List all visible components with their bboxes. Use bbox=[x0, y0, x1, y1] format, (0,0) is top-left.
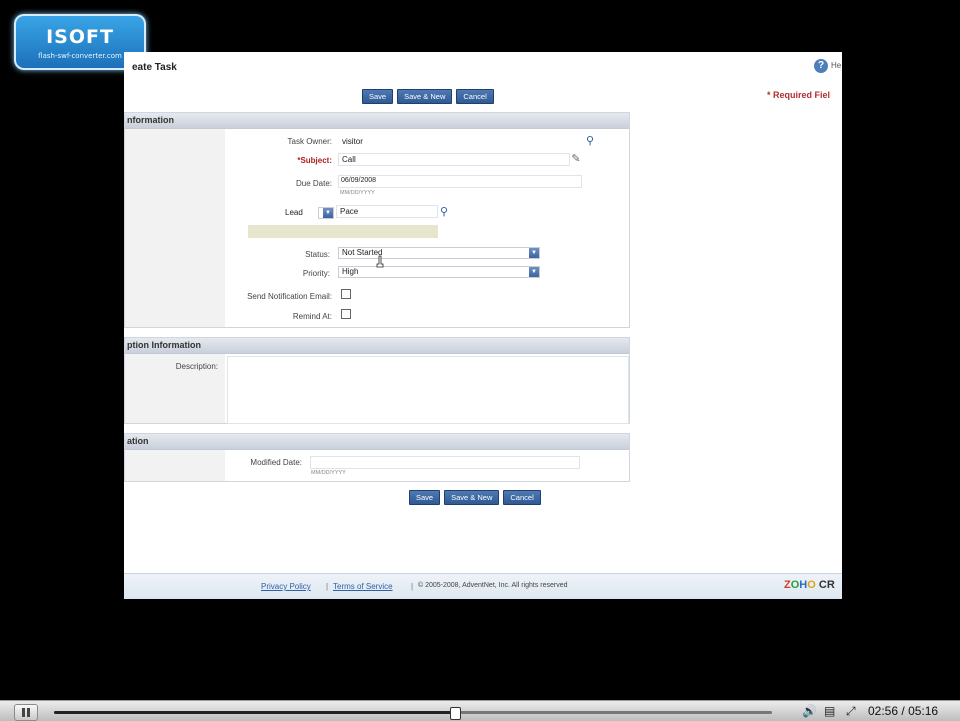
chevron-down-icon: ▼ bbox=[529, 248, 539, 258]
section-header: ation bbox=[125, 434, 629, 450]
seek-handle[interactable] bbox=[449, 707, 461, 720]
edit-icon[interactable]: ✎ bbox=[570, 153, 582, 165]
lead-type-label: Lead bbox=[285, 208, 303, 217]
footer-separator: | bbox=[411, 582, 414, 591]
related-field-bar bbox=[248, 225, 438, 238]
save-button[interactable]: Save bbox=[362, 89, 394, 104]
priority-value: High bbox=[342, 267, 359, 276]
priority-select[interactable]: ▼ bbox=[338, 266, 540, 278]
subject-label: *Subject: bbox=[297, 156, 332, 165]
required-fields-note: * Required Fiel bbox=[767, 90, 831, 100]
lead-type-select[interactable]: ▼ bbox=[318, 207, 334, 219]
copyright-text: © 2005-2008, AdventNet, Inc. All rights … bbox=[418, 582, 568, 589]
modified-date-input[interactable] bbox=[310, 456, 580, 469]
terms-of-service-link[interactable]: Terms of Service bbox=[333, 582, 393, 591]
zoho-crm-logo: ZOHO CR bbox=[784, 579, 835, 591]
video-frame: ISOFT flash-swf-converter.com eate Task … bbox=[0, 0, 960, 721]
volume-icon[interactable]: 🔊 bbox=[802, 704, 817, 718]
seek-progress bbox=[54, 711, 454, 714]
task-owner-value: visitor bbox=[342, 137, 363, 146]
description-textarea[interactable] bbox=[227, 356, 629, 424]
due-date-hint: MM/DD/YYYY bbox=[340, 190, 375, 196]
captured-web-page: eate Task ? He * Required Fiel Save Save… bbox=[124, 52, 842, 599]
lead-lookup-icon[interactable]: ⚲ bbox=[438, 206, 450, 218]
section-header: nformation bbox=[125, 113, 629, 129]
cancel-button[interactable]: Cancel bbox=[503, 490, 541, 505]
lead-value: Pace bbox=[340, 207, 359, 216]
modified-date-label: Modified Date: bbox=[250, 458, 302, 467]
chevron-down-icon: ▼ bbox=[323, 208, 333, 218]
page-footer: Privacy Policy | Terms of Service | © 20… bbox=[124, 573, 842, 599]
priority-label: Priority: bbox=[302, 269, 330, 278]
mouse-cursor-icon bbox=[376, 255, 384, 268]
playlist-icon[interactable]: ▤ bbox=[824, 704, 835, 718]
time-display: 02:56 / 05:16 bbox=[868, 704, 938, 718]
seek-bar[interactable] bbox=[54, 707, 772, 720]
save-and-new-button[interactable]: Save & New bbox=[397, 89, 453, 104]
subject-label-text: Subject: bbox=[300, 156, 332, 165]
footer-separator: | bbox=[326, 582, 329, 591]
send-notification-label: Send Notification Email: bbox=[247, 292, 332, 301]
player-controls: 🔊 ▤ ⤢ 02:56 / 05:16 bbox=[0, 700, 960, 721]
task-information-section: nformation bbox=[124, 112, 630, 328]
due-date-label: Due Date: bbox=[295, 179, 332, 188]
time-separator: / bbox=[901, 704, 905, 718]
description-label: Description: bbox=[175, 362, 218, 371]
label-column bbox=[125, 450, 225, 481]
task-owner-label: Task Owner: bbox=[287, 137, 332, 146]
description-information-section: ption Information bbox=[124, 337, 630, 424]
top-button-row: Save Save & New Cancel bbox=[362, 89, 494, 104]
status-label: Status: bbox=[305, 250, 330, 259]
bottom-button-row: Save Save & New Cancel bbox=[409, 490, 541, 505]
page-title: eate Task bbox=[132, 62, 177, 73]
send-notification-checkbox[interactable] bbox=[341, 289, 351, 299]
remind-at-label: Remind At: bbox=[292, 312, 332, 321]
modified-date-hint: MM/DD/YYYY bbox=[311, 470, 346, 476]
privacy-policy-link[interactable]: Privacy Policy bbox=[261, 582, 311, 591]
subject-value: Call bbox=[342, 155, 356, 164]
subject-input[interactable] bbox=[338, 153, 570, 166]
fullscreen-icon[interactable]: ⤢ bbox=[846, 704, 856, 718]
cancel-button[interactable]: Cancel bbox=[456, 89, 494, 104]
chevron-down-icon: ▼ bbox=[529, 267, 539, 277]
label-column bbox=[125, 129, 225, 327]
lookup-icon[interactable]: ⚲ bbox=[584, 135, 596, 147]
due-date-value: 06/09/2008 bbox=[341, 177, 377, 184]
watermark-brand: ISOFT bbox=[46, 26, 114, 48]
save-and-new-button[interactable]: Save & New bbox=[444, 490, 500, 505]
elapsed-time: 02:56 bbox=[868, 704, 899, 718]
section-header: ption Information bbox=[125, 338, 629, 354]
help-label[interactable]: He bbox=[831, 61, 841, 70]
remind-at-checkbox[interactable] bbox=[341, 309, 351, 319]
help-icon[interactable]: ? bbox=[814, 59, 828, 73]
pause-button[interactable] bbox=[14, 704, 38, 721]
save-button[interactable]: Save bbox=[409, 490, 441, 505]
total-time: 05:16 bbox=[908, 704, 939, 718]
